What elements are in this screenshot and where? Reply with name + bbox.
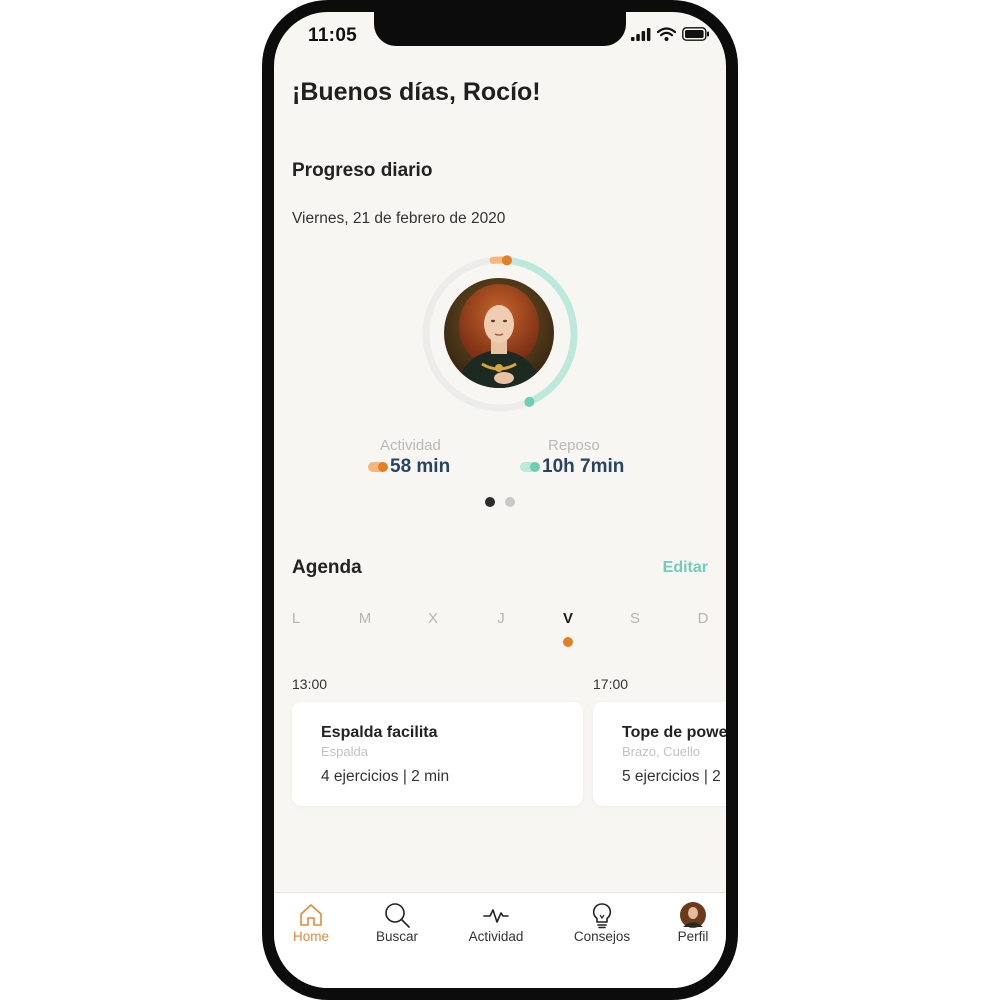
- lightbulb-icon: [592, 903, 612, 929]
- activity-icon: [483, 909, 509, 923]
- rest-value: 10h 7min: [542, 456, 625, 477]
- status-time: 11:05: [308, 25, 358, 46]
- activity-legend-dot: [378, 462, 388, 472]
- home-icon: [300, 904, 322, 926]
- pager-dot-active[interactable]: [485, 497, 495, 507]
- agenda-time-1: 13:00: [292, 676, 328, 692]
- phone-frame: 11:05 ¡Buenos días, Rocío! Progreso diar…: [262, 0, 738, 1000]
- notch: [374, 12, 626, 46]
- rest-label: Reposo: [548, 437, 600, 454]
- agenda-card-title: Espalda facilita: [321, 724, 438, 741]
- day-friday[interactable]: V: [558, 610, 578, 627]
- signal-icon: [631, 27, 651, 41]
- tab-profile[interactable]: Perfil: [648, 893, 726, 963]
- agenda-card-meta: 5 ejercicios | 2 min: [622, 768, 726, 785]
- status-icons: [631, 27, 710, 41]
- selected-day-indicator: [563, 637, 573, 647]
- activity-value: 58 min: [390, 456, 451, 477]
- progress-date: Viernes, 21 de febrero de 2020: [292, 210, 506, 227]
- pager-dot[interactable]: [505, 497, 515, 507]
- search-icon: [385, 903, 410, 928]
- tab-label: Perfil: [677, 929, 709, 944]
- tab-activity[interactable]: Actividad: [451, 893, 541, 963]
- day-wednesday[interactable]: X: [423, 610, 443, 627]
- tab-home[interactable]: Home: [274, 893, 356, 963]
- tab-tips[interactable]: Consejos: [557, 893, 647, 963]
- battery-icon: [682, 27, 709, 41]
- agenda-card-1[interactable]: Espalda facilita Espalda 4 ejercicios | …: [292, 702, 583, 806]
- activity-label: Actividad: [380, 437, 441, 454]
- day-sunday[interactable]: D: [693, 610, 713, 627]
- app-screen: 11:05 ¡Buenos días, Rocío! Progreso diar…: [274, 12, 726, 988]
- greeting-title: ¡Buenos días, Rocío!: [292, 78, 541, 106]
- agenda-card-2[interactable]: Tope de power Brazo, Cuello 5 ejercicios…: [593, 702, 726, 806]
- agenda-time-2: 17:00: [593, 676, 629, 692]
- progress-title: Progreso diario: [292, 160, 433, 181]
- rest-end-dot: [524, 396, 535, 407]
- day-saturday[interactable]: S: [625, 610, 645, 627]
- edit-agenda-link[interactable]: Editar: [663, 559, 708, 577]
- day-monday[interactable]: L: [286, 610, 306, 627]
- wifi-icon: [657, 27, 676, 41]
- tab-label: Home: [292, 929, 329, 944]
- agenda-card-subtitle: Espalda: [321, 744, 368, 759]
- tab-label: Consejos: [573, 929, 631, 944]
- agenda-title: Agenda: [292, 557, 362, 578]
- avatar[interactable]: [444, 278, 554, 388]
- day-tuesday[interactable]: M: [355, 610, 375, 627]
- activity-end-dot: [501, 255, 512, 266]
- rest-legend-dot: [530, 462, 540, 472]
- avatar: [680, 902, 706, 928]
- agenda-card-title: Tope de power: [622, 724, 726, 741]
- agenda-card-meta: 4 ejercicios | 2 min: [321, 768, 450, 785]
- day-thursday[interactable]: J: [491, 610, 511, 627]
- tab-label: Actividad: [468, 929, 524, 944]
- tab-label: Buscar: [375, 929, 419, 944]
- agenda-card-subtitle: Brazo, Cuello: [622, 744, 701, 759]
- tab-bar: Home Buscar Actividad Consejos Perfil: [274, 892, 726, 988]
- tab-search[interactable]: Buscar: [352, 893, 442, 963]
